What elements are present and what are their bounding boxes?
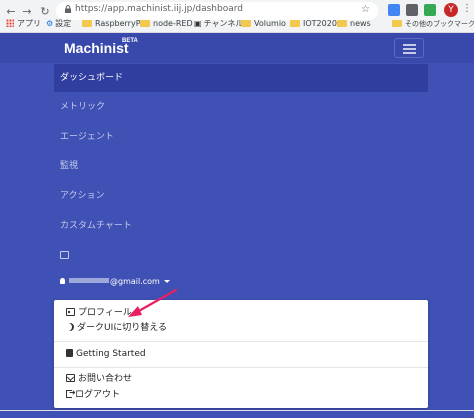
bookmark-channel[interactable]: ▣ チャンネル <box>194 17 243 31</box>
dropdown-logout[interactable]: ログアウト <box>66 387 120 401</box>
dropdown-dark-ui[interactable]: ダークUIに切り替える <box>66 322 167 334</box>
nav-item-custom-chart[interactable]: カスタムチャート <box>54 215 428 237</box>
app-container: Machinist BETA ダッシュボード メトリック エージェント 監視 ア… <box>0 33 474 418</box>
bookmark-other[interactable]: その他のブックマーク <box>392 17 474 31</box>
user-email-suffix: @gmail.com <box>110 277 160 286</box>
lock-icon <box>65 5 71 13</box>
hamburger-line <box>403 44 416 46</box>
bookmark-news[interactable]: news <box>337 17 371 31</box>
hamburger-menu-button[interactable] <box>394 38 424 58</box>
hamburger-line <box>403 52 416 54</box>
book-icon <box>66 349 73 357</box>
inbox-icon[interactable] <box>60 251 69 259</box>
nav-item-dashboard[interactable]: ダッシュボード <box>54 64 428 92</box>
tv-icon: ▣ <box>194 19 202 28</box>
folder-icon <box>337 20 347 27</box>
nav-item-monitoring[interactable]: 監視 <box>54 155 428 177</box>
folder-icon <box>140 20 150 27</box>
bookmark-node-red[interactable]: node-RED <box>140 17 193 31</box>
bookmark-raspberrypi[interactable]: RaspberryPi <box>82 17 143 31</box>
caret-down-icon <box>163 280 170 283</box>
moon-icon <box>66 323 74 331</box>
user-menu-toggle[interactable]: @gmail.com <box>60 277 170 286</box>
nav-item-actions[interactable]: アクション <box>54 185 428 207</box>
dropdown-contact[interactable]: お問い合わせ <box>66 373 132 385</box>
apps-grid-icon <box>6 19 14 27</box>
bookmark-settings[interactable]: ⚙ 設定 <box>46 17 71 31</box>
user-icon <box>60 278 65 284</box>
bookmark-volumio[interactable]: Volumio <box>241 17 286 31</box>
nav-item-agents[interactable]: エージェント <box>54 126 428 148</box>
dropdown-divider <box>54 367 428 368</box>
folder-icon <box>241 20 251 27</box>
user-dropdown-menu: プロフィール ダークUIに切り替える Getting Started お問い合わ… <box>54 300 428 408</box>
browser-chrome: ← → ↻ https://app.machinist.iij.jp/dashb… <box>0 0 474 33</box>
page-bottom-edge <box>0 410 474 418</box>
bookmark-star-icon[interactable]: ☆ <box>361 4 370 15</box>
nav-item-metrics[interactable]: メトリック <box>54 96 428 118</box>
app-topbar: Machinist BETA <box>0 33 474 63</box>
id-card-icon <box>66 308 75 316</box>
bookmark-apps[interactable]: アプリ <box>6 17 41 31</box>
folder-icon <box>392 20 402 27</box>
gear-icon: ⚙ <box>46 19 54 28</box>
hamburger-line <box>403 48 416 50</box>
dropdown-divider <box>54 341 428 342</box>
sign-out-icon <box>66 387 76 399</box>
dropdown-profile[interactable]: プロフィール <box>66 307 132 319</box>
dropdown-getting-started[interactable]: Getting Started <box>66 348 146 360</box>
beta-badge: BETA <box>122 38 138 44</box>
bookmark-iot2020[interactable]: IOT2020 <box>290 17 337 31</box>
redacted-email <box>69 278 109 283</box>
folder-icon <box>290 20 300 27</box>
envelope-icon <box>66 374 75 382</box>
browser-menu-icon[interactable]: ⋮ <box>462 3 472 14</box>
url-text: https://app.machinist.iij.jp/dashboard <box>75 4 243 14</box>
folder-icon <box>82 20 92 27</box>
bookmarks-bar: アプリ ⚙ 設定 RaspberryPi node-RED ▣ チャンネル Volu… <box>0 15 474 33</box>
brand-logo[interactable]: Machinist <box>64 40 129 56</box>
